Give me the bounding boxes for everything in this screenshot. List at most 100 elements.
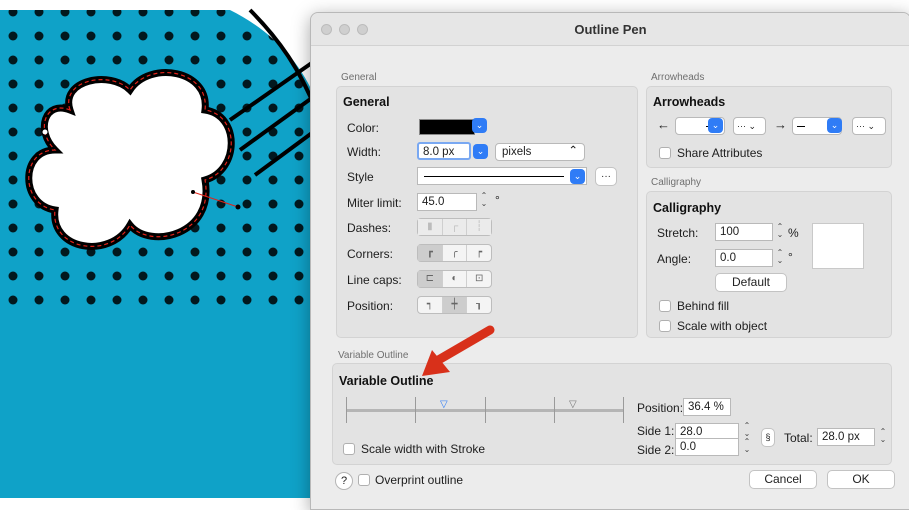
behind-fill-checkbox[interactable] xyxy=(659,300,671,312)
behind-fill-label: Behind fill xyxy=(677,299,730,313)
position-label: Position: xyxy=(637,401,684,415)
track-tick xyxy=(485,397,486,423)
corner-miter-icon[interactable]: ┏ xyxy=(418,245,443,261)
style-label: Style xyxy=(347,170,374,184)
help-button[interactable]: ? xyxy=(335,472,353,490)
general-title: General xyxy=(343,95,390,109)
overprint-outline-label: Overprint outline xyxy=(375,473,464,487)
stroke-position-segmented[interactable]: ┑ ┿ ┒ xyxy=(417,296,492,314)
general-group: General Color: ⌄ Width: 8.0 px ⌄ pixels … xyxy=(336,86,638,338)
dialog-title: Outline Pen xyxy=(574,22,647,37)
arrow-right-icon: → xyxy=(774,117,787,132)
width-dropdown-chevron-icon[interactable]: ⌄ xyxy=(473,144,488,159)
angle-stepper[interactable]: ⌃ ⌄ xyxy=(775,249,785,267)
width-input[interactable]: 8.0 px xyxy=(417,142,471,160)
start-arrowhead-options[interactable]: ··· ⌄ xyxy=(733,117,766,135)
style-more-button[interactable]: ··· xyxy=(595,167,617,186)
scale-width-with-stroke-checkbox[interactable] xyxy=(343,443,355,455)
share-attributes-checkbox[interactable] xyxy=(659,147,671,159)
total-stepper[interactable]: ⌃ ⌄ xyxy=(878,428,888,446)
annotation-arrow-icon xyxy=(422,325,495,376)
color-label: Color: xyxy=(347,121,380,135)
miter-limit-input[interactable]: 45.0 xyxy=(417,193,477,211)
scale-with-object-label: Scale with object xyxy=(677,319,768,333)
color-swatch[interactable] xyxy=(419,119,475,135)
options-dots: ··· xyxy=(856,121,865,131)
side2-label: Side 2: xyxy=(637,443,675,457)
side2-input[interactable]: 0.0 xyxy=(675,438,739,456)
corners-segmented[interactable]: ┏ ╭ ┍ xyxy=(417,244,492,262)
style-dropdown-chevron-icon[interactable]: ⌄ xyxy=(570,169,585,184)
track-tick xyxy=(346,397,347,423)
end-arrowhead-options[interactable]: ··· ⌄ xyxy=(852,117,886,135)
dashes-label: Dashes: xyxy=(347,221,392,235)
updown-chevron-icon: ⌃ xyxy=(568,145,578,157)
default-button[interactable]: Default xyxy=(715,273,787,292)
position-label: Position: xyxy=(347,299,394,313)
selected-node-handle-icon[interactable]: ▽ xyxy=(440,399,448,410)
track-tick xyxy=(415,397,416,423)
side2-stepper[interactable]: ⌃ ⌄ xyxy=(742,438,752,456)
cap-round-icon[interactable]: ◐ xyxy=(443,271,468,287)
outline-pen-dialog: Outline Pen General General Color: ⌄ Wid… xyxy=(310,12,909,510)
title-bar[interactable]: Outline Pen xyxy=(311,13,909,46)
line-caps-label: Line caps: xyxy=(347,273,402,287)
total-input[interactable]: 28.0 px xyxy=(817,428,875,446)
line-preview xyxy=(797,126,805,127)
stretch-stepper[interactable]: ⌃ ⌄ xyxy=(775,223,785,241)
track-tick xyxy=(554,397,555,423)
dash-dotted-icon[interactable]: ┆ xyxy=(467,219,492,235)
cap-square-icon[interactable]: ⊡ xyxy=(467,271,491,287)
total-label: Total: xyxy=(784,431,813,445)
line-caps-segmented[interactable]: ⊏ ◐ ⊡ xyxy=(417,270,492,288)
corner-round-icon[interactable]: ╭ xyxy=(443,245,468,261)
angle-unit: ° xyxy=(788,250,793,264)
color-dropdown-chevron-icon[interactable]: ⌄ xyxy=(472,118,487,133)
style-selector[interactable] xyxy=(417,167,587,185)
overprint-outline-checkbox[interactable] xyxy=(358,474,370,486)
position-outside-icon[interactable]: ┑ xyxy=(418,297,443,313)
share-attributes-label: Share Attributes xyxy=(677,146,763,160)
line-style-preview xyxy=(424,176,564,177)
link-sides-icon[interactable]: § xyxy=(761,428,775,447)
general-caption: General xyxy=(341,72,377,83)
position-inside-icon[interactable]: ┒ xyxy=(467,297,491,313)
nib-preview[interactable] xyxy=(812,223,864,269)
dashes-segmented[interactable]: ▮ ┌ ┆ xyxy=(417,218,492,236)
dash-solid-icon[interactable]: ▮ xyxy=(418,219,443,235)
cancel-button[interactable]: Cancel xyxy=(749,470,817,489)
units-value: pixels xyxy=(502,146,532,158)
miter-limit-label: Miter limit: xyxy=(347,196,402,210)
track-tick xyxy=(623,397,624,423)
ok-button[interactable]: OK xyxy=(827,470,895,489)
miter-unit: ° xyxy=(495,193,500,207)
cap-butt-icon[interactable]: ⊏ xyxy=(418,271,443,287)
stretch-input[interactable]: 100 xyxy=(715,223,773,241)
arrowheads-caption: Arrowheads xyxy=(651,72,705,83)
calligraphy-caption: Calligraphy xyxy=(651,177,702,188)
position-input[interactable]: 36.4 % xyxy=(683,398,731,416)
calligraphy-title: Calligraphy xyxy=(653,201,722,215)
arrowheads-group: Arrowheads ← ⌄ ··· ⌄ → ⌄ ··· ⌄ Share Att… xyxy=(646,86,892,168)
corner-bevel-icon[interactable]: ┍ xyxy=(467,245,491,261)
width-label: Width: xyxy=(347,145,382,159)
stretch-unit: % xyxy=(788,226,799,240)
variable-outline-caption: Variable Outline xyxy=(338,350,409,361)
corners-label: Corners: xyxy=(347,247,394,261)
units-select[interactable]: pixels ⌃ xyxy=(495,143,585,161)
dash-corner-icon[interactable]: ┌ xyxy=(442,219,468,235)
position-center-icon[interactable]: ┿ xyxy=(442,297,468,313)
calligraphy-group: Calligraphy Stretch: 100 ⌃ ⌄ % Angle: 0.0… xyxy=(646,191,892,338)
angle-label: Angle: xyxy=(657,252,692,266)
start-arrowhead-chevron-icon[interactable]: ⌄ xyxy=(708,118,723,133)
angle-input[interactable]: 0.0 xyxy=(715,249,773,267)
scale-with-object-checkbox[interactable] xyxy=(659,320,671,332)
arrowheads-title: Arrowheads xyxy=(653,95,726,109)
side1-label: Side 1: xyxy=(637,424,675,438)
node-handle-icon[interactable]: ▽ xyxy=(569,399,577,410)
miter-limit-stepper[interactable]: ⌃ ⌄ xyxy=(479,192,489,210)
arrow-left-icon: ← xyxy=(657,117,670,132)
end-arrowhead-chevron-icon[interactable]: ⌄ xyxy=(827,118,842,133)
options-dots: ··· xyxy=(737,121,746,131)
scale-width-with-stroke-label: Scale width with Stroke xyxy=(361,442,486,456)
